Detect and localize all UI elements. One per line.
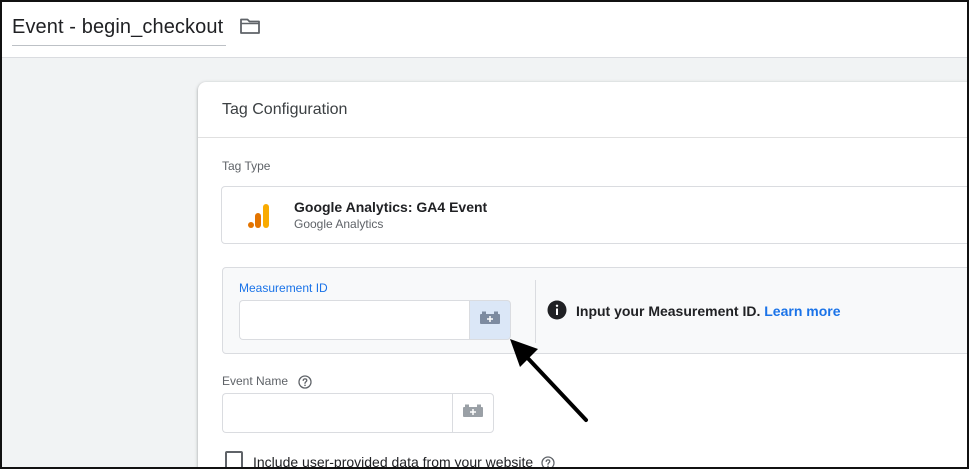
variable-picker-icon	[479, 311, 501, 330]
google-analytics-icon	[246, 202, 272, 230]
event-name-variable-button[interactable]	[452, 393, 494, 433]
user-data-checkbox[interactable]	[225, 451, 243, 467]
event-name-input[interactable]	[222, 393, 452, 433]
measurement-id-input[interactable]	[239, 300, 469, 340]
help-icon[interactable]	[298, 375, 312, 389]
tag-name-title[interactable]: Event - begin_checkout	[12, 16, 226, 46]
tag-type-provider: Google Analytics	[294, 217, 384, 231]
card-title: Tag Configuration	[222, 101, 348, 118]
folder-icon[interactable]	[239, 17, 261, 35]
event-name-label: Event Name	[222, 374, 289, 388]
info-icon	[547, 300, 567, 320]
measurement-id-label: Measurement ID	[239, 281, 328, 295]
arrow-pointer-icon	[502, 332, 602, 432]
info-message: Input your Measurement ID. Learn more	[576, 303, 841, 319]
tag-type-selector[interactable]: Google Analytics: GA4 Event Google Analy…	[221, 186, 967, 244]
user-data-label: Include user-provided data from your web…	[253, 454, 534, 469]
card-header: Tag Configuration	[198, 82, 967, 138]
learn-more-link[interactable]: Learn more	[764, 303, 840, 319]
variable-picker-icon	[462, 404, 484, 423]
screenshot-frame: Event - begin_checkout Tag Configuration…	[0, 0, 969, 469]
top-bar: Event - begin_checkout	[2, 2, 967, 58]
tag-type-label: Tag Type	[222, 159, 271, 173]
help-icon[interactable]	[541, 456, 555, 467]
info-message-text: Input your Measurement ID.	[576, 303, 761, 319]
tag-type-name: Google Analytics: GA4 Event	[294, 199, 488, 215]
